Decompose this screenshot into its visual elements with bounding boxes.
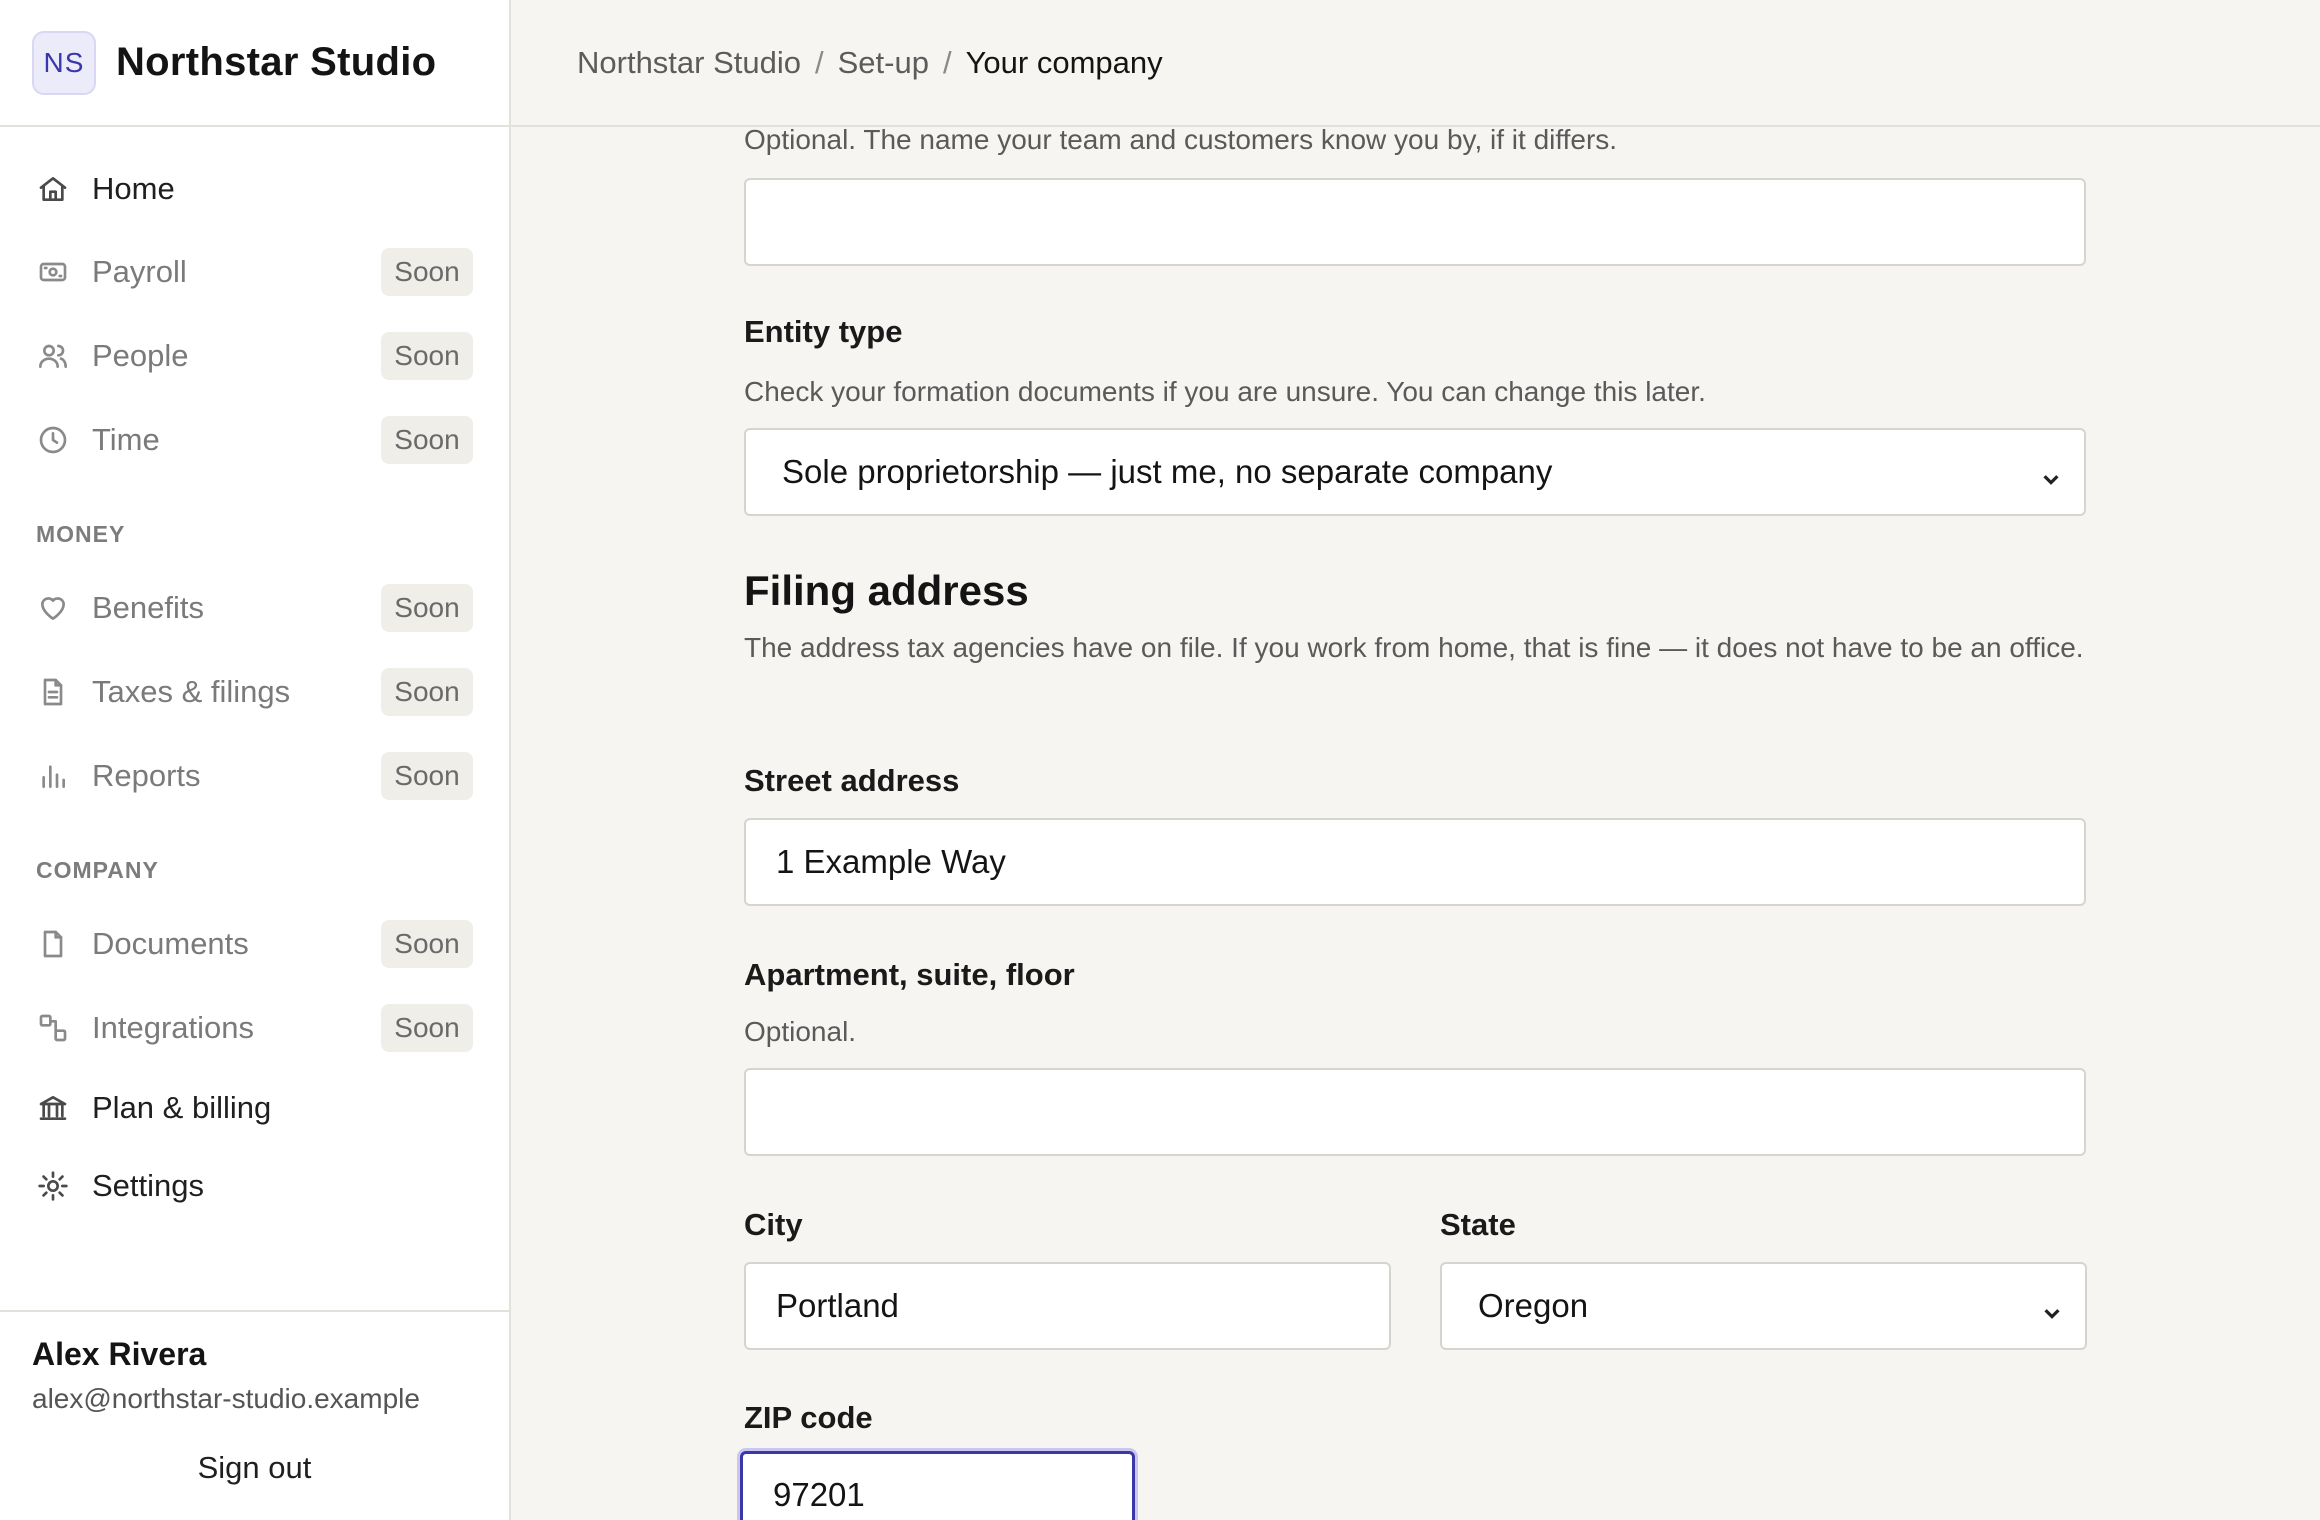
clock-icon <box>36 423 70 457</box>
brand: NS Northstar Studio <box>0 0 509 127</box>
sidebar-item-documents[interactable]: Documents Soon <box>0 909 509 979</box>
sidebar-item-taxes[interactable]: Taxes & filings Soon <box>0 657 509 727</box>
company-form: Optional. The name your team and custome… <box>511 127 2320 1520</box>
street-address-input[interactable] <box>744 818 2086 906</box>
breadcrumb-item[interactable]: Northstar Studio <box>577 45 801 81</box>
sidebar: NS Northstar Studio Home Payroll Soon Pe… <box>0 0 511 1520</box>
filing-address-help-text: The address tax agencies have on file. I… <box>744 632 2084 663</box>
file-icon <box>36 927 70 961</box>
user-block: Alex Rivera alex@northstar-studio.exampl… <box>0 1310 509 1520</box>
state-label: State <box>1440 1207 1516 1242</box>
apartment-label: Apartment, suite, floor <box>744 957 1075 992</box>
sidebar-item-label: Integrations <box>92 1010 254 1045</box>
soon-badge: Soon <box>381 332 473 380</box>
sidebar-item-label: Reports <box>92 758 201 793</box>
brand-name: Northstar Studio <box>116 40 437 84</box>
soon-badge: Soon <box>381 248 473 296</box>
soon-badge: Soon <box>381 416 473 464</box>
sidebar-item-benefits[interactable]: Benefits Soon <box>0 573 509 643</box>
soon-badge: Soon <box>381 752 473 800</box>
heart-icon <box>36 591 70 625</box>
sidebar-item-time[interactable]: Time Soon <box>0 405 509 475</box>
sidebar-item-label: Payroll <box>92 254 187 289</box>
soon-badge: Soon <box>381 584 473 632</box>
document-icon <box>36 675 70 709</box>
dba-input[interactable] <box>744 178 2086 266</box>
user-email: alex@northstar-studio.example <box>32 1383 420 1414</box>
sidebar-item-plan-billing[interactable]: Plan & billing <box>0 1073 509 1143</box>
soon-badge: Soon <box>381 1004 473 1052</box>
sidebar-item-integrations[interactable]: Integrations Soon <box>0 993 509 1063</box>
payroll-icon <box>36 255 70 289</box>
sidebar-item-label: Benefits <box>92 590 205 625</box>
sidebar-item-label: Home <box>92 171 175 206</box>
breadcrumb: Northstar Studio / Set-up / Your company <box>511 0 2320 127</box>
breadcrumb-separator: / <box>942 44 952 80</box>
user-name: Alex Rivera <box>32 1336 207 1372</box>
gear-icon <box>36 1169 70 1203</box>
sidebar-item-label: Settings <box>92 1168 205 1203</box>
sidebar-item-people[interactable]: People Soon <box>0 321 509 391</box>
sidebar-item-label: People <box>92 338 189 373</box>
sidebar-item-label: Taxes & filings <box>92 674 291 709</box>
sidebar-item-payroll[interactable]: Payroll Soon <box>0 237 509 307</box>
chevron-down-icon <box>2041 1294 2063 1319</box>
sidebar-item-settings[interactable]: Settings <box>0 1151 509 1221</box>
breadcrumb-separator: / <box>815 44 824 80</box>
filing-address-title: Filing address <box>744 567 1029 614</box>
home-icon <box>36 172 70 206</box>
sidebar-item-label: Documents <box>92 926 249 961</box>
sidebar-item-label: Time <box>92 422 160 457</box>
sidebar-item-reports[interactable]: Reports Soon <box>0 741 509 811</box>
soon-badge: Soon <box>381 668 473 716</box>
dba-help-text: Optional. The name your team and custome… <box>744 127 1618 155</box>
entity-type-help-text: Check your formation documents if you ar… <box>744 376 1706 407</box>
breadcrumb-item[interactable]: Set-up <box>838 45 929 81</box>
section-label-company: COMPANY <box>36 857 159 883</box>
soon-badge: Soon <box>381 920 473 968</box>
city-input[interactable] <box>744 1262 1391 1350</box>
apartment-input[interactable] <box>744 1068 2086 1156</box>
city-label: City <box>744 1207 803 1242</box>
bank-icon <box>36 1091 70 1125</box>
entity-type-value: Sole proprietorship — just me, no separa… <box>782 453 1553 490</box>
zip-code-input[interactable] <box>740 1451 1135 1520</box>
sidebar-item-home[interactable]: Home <box>0 154 509 224</box>
section-label-money: MONEY <box>36 521 126 547</box>
street-address-label: Street address <box>744 763 960 798</box>
zip-code-label: ZIP code <box>744 1400 873 1435</box>
state-value: Oregon <box>1478 1287 1589 1324</box>
entity-type-label: Entity type <box>744 314 903 349</box>
breadcrumb-current: Your company <box>965 44 1163 80</box>
integrations-icon <box>36 1011 70 1045</box>
people-icon <box>36 339 70 373</box>
sidebar-item-label: Plan & billing <box>92 1090 272 1125</box>
bar-chart-icon <box>36 759 70 793</box>
entity-type-select[interactable]: Sole proprietorship — just me, no separa… <box>744 428 2086 516</box>
apartment-help-text: Optional. <box>744 1016 857 1047</box>
sign-out-button[interactable]: Sign out <box>0 1450 509 1486</box>
state-select[interactable]: Oregon <box>1440 1262 2087 1350</box>
chevron-down-icon <box>2040 460 2062 485</box>
brand-logo: NS <box>32 30 96 95</box>
